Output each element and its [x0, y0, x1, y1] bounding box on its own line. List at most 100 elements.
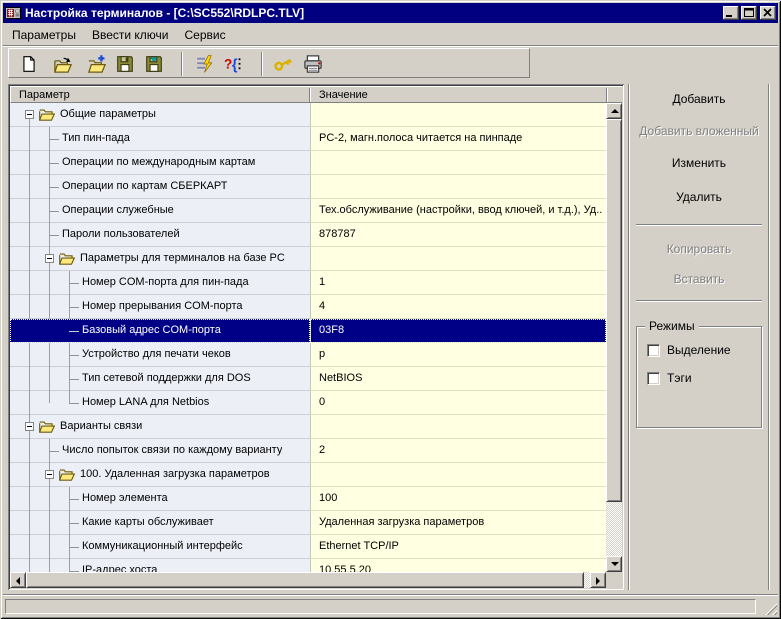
tree-collapse-button[interactable]	[25, 110, 34, 119]
horizontal-scroll-thumb[interactable]	[26, 572, 584, 588]
open-folder-icon[interactable]	[51, 52, 75, 76]
value-cell[interactable]	[310, 175, 606, 199]
value-cell[interactable]: PC-2, магн.полоса читается на пинпаде	[310, 127, 606, 151]
highlight-checkbox[interactable]	[647, 343, 660, 357]
parameter-cell[interactable]: Базовый адрес COM-порта	[10, 319, 310, 343]
value-cell[interactable]: 0	[310, 391, 606, 415]
maximize-button[interactable]	[741, 6, 757, 20]
vertical-scroll-thumb[interactable]	[606, 119, 622, 502]
table-row[interactable]: Параметры для терминалов на базе PC	[10, 247, 606, 271]
table-row[interactable]: 100. Удаленная загрузка параметров	[10, 463, 606, 487]
key-icon[interactable]	[271, 52, 295, 76]
value-cell[interactable]: 100	[310, 487, 606, 511]
tree-collapse-button[interactable]	[25, 422, 34, 431]
value-cell[interactable]: 878787	[310, 223, 606, 247]
value-cell[interactable]: 4	[310, 295, 606, 319]
scroll-right-button[interactable]	[590, 572, 606, 588]
panel-separator	[636, 224, 762, 226]
menu-item-service[interactable]: Сервис	[177, 26, 234, 44]
tags-checkbox[interactable]	[647, 371, 660, 385]
table-row[interactable]: Общие параметры	[10, 103, 606, 127]
save-as-icon[interactable]	[142, 52, 166, 76]
delete-button[interactable]: Удалить	[636, 188, 762, 206]
table-row[interactable]: Устройство для печати чеков p	[10, 343, 606, 367]
table-row[interactable]: Варианты связи	[10, 415, 606, 439]
table-row[interactable]: Коммуникационный интерфейс Ethernet TCP/…	[10, 535, 606, 559]
open-folder-add-icon[interactable]	[85, 52, 109, 76]
parameter-cell[interactable]: Номер прерывания COM-порта	[10, 295, 310, 319]
close-button[interactable]	[760, 6, 776, 20]
resize-grip[interactable]	[762, 600, 777, 615]
parameter-cell[interactable]: Варианты связи	[10, 415, 310, 439]
table-row[interactable]: Номер прерывания COM-порта 4	[10, 295, 606, 319]
value-cell[interactable]: Тех.обслуживание (настройки, ввод ключей…	[310, 199, 606, 223]
parameter-cell[interactable]: Тип пин-пада	[10, 127, 310, 151]
value-cell[interactable]: Удаленная загрузка параметров	[310, 511, 606, 535]
parameter-cell[interactable]: Тип сетевой поддержки для DOS	[10, 367, 310, 391]
menu-item-parameters[interactable]: Параметры	[4, 26, 84, 44]
parameter-cell[interactable]: Номер элемента	[10, 487, 310, 511]
add-nested-button[interactable]: Добавить вложенный	[636, 122, 762, 140]
highlight-checkbox-row[interactable]: Выделение	[647, 343, 731, 357]
parameter-cell[interactable]: Пароли пользователей	[10, 223, 310, 247]
copy-button[interactable]: Копировать	[636, 240, 762, 258]
table-row[interactable]: Операции по картам СБЕРКАРТ	[10, 175, 606, 199]
parameter-cell[interactable]: Номер LANA для Netbios	[10, 391, 310, 415]
value-cell[interactable]: 1	[310, 271, 606, 295]
value-cell[interactable]	[310, 103, 606, 127]
table-row[interactable]: Какие карты обслуживает Удаленная загруз…	[10, 511, 606, 535]
value-cell[interactable]: 2	[310, 439, 606, 463]
help-braces-icon[interactable]: ?{	[221, 52, 245, 76]
save-icon[interactable]	[113, 52, 137, 76]
parameter-cell[interactable]: 100. Удаленная загрузка параметров	[10, 463, 310, 487]
check-list-lightning-icon[interactable]	[193, 52, 217, 76]
scroll-up-button[interactable]	[606, 103, 622, 119]
parameter-cell[interactable]: Операции по международным картам	[10, 151, 310, 175]
table-row[interactable]: Номер элемента 100	[10, 487, 606, 511]
tree-collapse-button[interactable]	[45, 254, 54, 263]
table-row[interactable]: Базовый адрес COM-порта 03F8	[10, 319, 606, 343]
parameter-cell[interactable]: Какие карты обслуживает	[10, 511, 310, 535]
add-button[interactable]: Добавить	[636, 90, 762, 108]
parameter-cell[interactable]: Номер COM-порта для пин-пада	[10, 271, 310, 295]
minimize-button[interactable]	[723, 6, 739, 20]
table-row[interactable]: IP-адрес хоста 10.55.5.20	[10, 559, 606, 572]
value-cell[interactable]: 03F8	[310, 319, 606, 343]
table-row[interactable]: Номер LANA для Netbios 0	[10, 391, 606, 415]
tree-connector	[49, 187, 59, 188]
table-row[interactable]: Число попыток связи по каждому варианту …	[10, 439, 606, 463]
parameter-label: Общие параметры	[60, 108, 156, 120]
new-document-icon[interactable]	[17, 52, 41, 76]
value-cell[interactable]: Ethernet TCP/IP	[310, 535, 606, 559]
table-row[interactable]: Тип пин-пада PC-2, магн.полоса читается …	[10, 127, 606, 151]
table-row[interactable]: Операции по международным картам	[10, 151, 606, 175]
paste-button[interactable]: Вставить	[636, 270, 762, 288]
table-row[interactable]: Тип сетевой поддержки для DOS NetBIOS	[10, 367, 606, 391]
tags-checkbox-row[interactable]: Тэги	[647, 371, 692, 385]
tree-collapse-button[interactable]	[45, 470, 54, 479]
value-cell[interactable]: 10.55.5.20	[310, 559, 606, 572]
menu-item-enter-keys[interactable]: Ввести ключи	[84, 26, 177, 44]
parameter-cell[interactable]: Общие параметры	[10, 103, 310, 127]
table-row[interactable]: Номер COM-порта для пин-пада 1	[10, 271, 606, 295]
value-cell[interactable]	[310, 247, 606, 271]
value-cell[interactable]	[310, 151, 606, 175]
parameter-cell[interactable]: Устройство для печати чеков	[10, 343, 310, 367]
table-row[interactable]: Операции служебные Тех.обслуживание (нас…	[10, 199, 606, 223]
value-cell[interactable]	[310, 463, 606, 487]
scroll-left-button[interactable]	[10, 572, 26, 588]
parameter-cell[interactable]: Операции служебные	[10, 199, 310, 223]
scroll-down-button[interactable]	[606, 556, 622, 572]
printer-icon[interactable]	[301, 52, 325, 76]
value-cell[interactable]: NetBIOS	[310, 367, 606, 391]
value-cell[interactable]: p	[310, 343, 606, 367]
parameter-label: Какие карты обслуживает	[82, 516, 214, 528]
value-cell[interactable]	[310, 415, 606, 439]
parameter-cell[interactable]: Число попыток связи по каждому варианту	[10, 439, 310, 463]
parameter-cell[interactable]: Параметры для терминалов на базе PC	[10, 247, 310, 271]
parameter-cell[interactable]: Операции по картам СБЕРКАРТ	[10, 175, 310, 199]
parameter-cell[interactable]: Коммуникационный интерфейс	[10, 535, 310, 559]
table-row[interactable]: Пароли пользователей 878787	[10, 223, 606, 247]
edit-button[interactable]: Изменить	[636, 154, 762, 172]
parameter-cell[interactable]: IP-адрес хоста	[10, 559, 310, 572]
